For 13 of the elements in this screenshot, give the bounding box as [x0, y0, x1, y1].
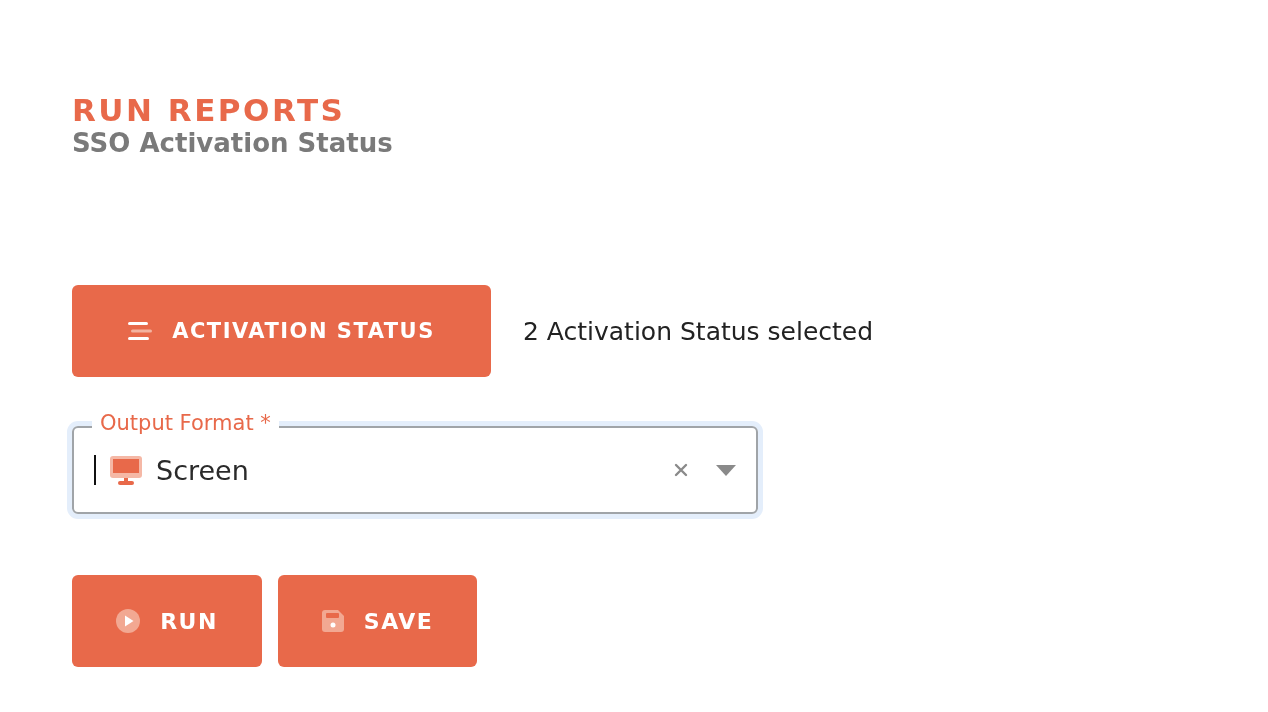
run-button[interactable]: RUN: [72, 575, 262, 667]
text-cursor: [94, 455, 96, 485]
dropdown-caret-icon[interactable]: [716, 464, 736, 476]
page-subtitle: SSO Activation Status: [72, 127, 394, 160]
monitor-icon: [110, 455, 142, 485]
save-button[interactable]: SAVE: [278, 575, 477, 667]
field-value: Screen: [156, 454, 250, 486]
activation-status-button[interactable]: ACTIVATION STATUS: [72, 285, 491, 377]
page-title: RUN REPORTS: [72, 91, 347, 130]
filter-icon: [128, 322, 153, 340]
clear-icon[interactable]: [674, 463, 688, 477]
play-icon: [116, 609, 141, 633]
selection-summary: 2 Activation Status selected: [523, 316, 874, 346]
